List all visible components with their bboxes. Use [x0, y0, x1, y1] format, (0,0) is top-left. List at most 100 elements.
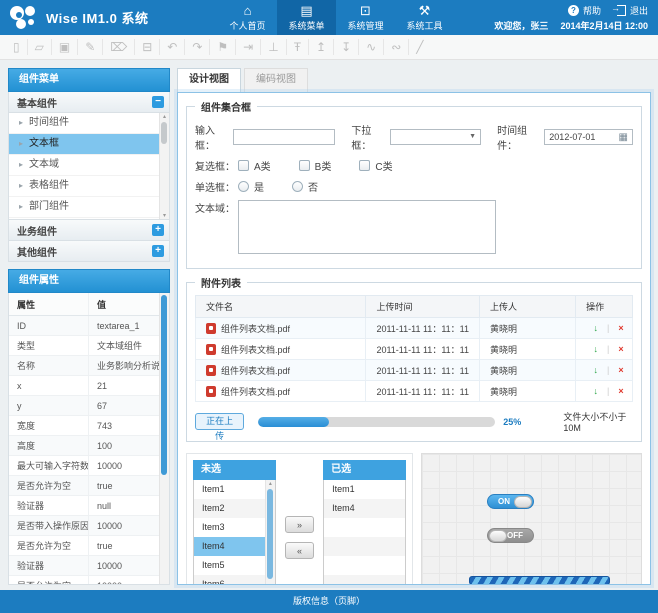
- help-button[interactable]: ? 帮助: [568, 4, 601, 17]
- property-name: x: [9, 376, 89, 396]
- view-tab[interactable]: 编码视图: [244, 68, 308, 92]
- view-tabs: 设计视图 编码视图: [177, 68, 651, 92]
- menu-item[interactable]: ▸ 部门组件: [9, 197, 160, 218]
- property-name: 高度: [9, 436, 89, 456]
- list-item[interactable]: Item6: [194, 575, 265, 585]
- attachment-time: 2011-11-11 11：11：11: [366, 381, 480, 402]
- help-icon: ?: [568, 5, 579, 16]
- move-right-button[interactable]: »: [285, 516, 314, 533]
- uploading-button[interactable]: 正在上传: [195, 413, 244, 430]
- list-item[interactable]: Item1: [324, 480, 405, 499]
- download-icon[interactable]: ↓: [594, 365, 599, 375]
- move-left-button[interactable]: «: [285, 542, 314, 559]
- main-nav: ⌂ 个人首页 ▤ 系统菜单 ⊡ 系统管理 ⚒ 系统工具: [218, 0, 454, 35]
- menu-scrollbar[interactable]: ▴ ▾: [159, 113, 169, 219]
- attachment-time: 2011-11-11 11：11：11: [366, 318, 480, 339]
- download-icon[interactable]: ↓: [594, 344, 599, 354]
- collapse-button[interactable]: −: [152, 96, 164, 108]
- text-format-icon[interactable]: Ŧ: [287, 39, 309, 55]
- list-item[interactable]: Item2: [194, 499, 265, 518]
- scrollbar-thumb[interactable]: [267, 489, 273, 579]
- list-item[interactable]: Item1: [194, 480, 265, 499]
- home-icon[interactable]: ⌂ 个人首页: [218, 0, 277, 35]
- logout-button[interactable]: → 退出: [617, 4, 648, 17]
- menu-item[interactable]: ▸ 表格组件: [9, 176, 160, 197]
- checkbox[interactable]: A类: [238, 158, 271, 173]
- logout-icon: →: [617, 5, 626, 16]
- preview-screen-icon[interactable]: ⊟: [135, 39, 160, 55]
- list-item[interactable]: Item5: [194, 556, 265, 575]
- toggle-on[interactable]: ON: [487, 494, 534, 509]
- new-file-icon[interactable]: ▯: [6, 39, 28, 55]
- property-name: 是否带入操作原因: [9, 516, 89, 536]
- scrollbar-thumb[interactable]: [161, 295, 167, 475]
- flag-icon[interactable]: ⚑: [210, 39, 236, 55]
- expand-button[interactable]: +: [152, 245, 164, 257]
- component-props-header: 组件属性: [8, 269, 170, 293]
- list-item[interactable]: Item4: [194, 537, 265, 556]
- property-name: 验证器: [9, 496, 89, 516]
- scroll-down-icon[interactable]: ▾: [160, 212, 169, 219]
- date-picker[interactable]: 2012-07-01 ▦: [544, 129, 633, 145]
- scrollbar-thumb[interactable]: [161, 122, 167, 144]
- delete-attachment-icon[interactable]: ×: [618, 323, 623, 333]
- scroll-up-icon[interactable]: ▴: [266, 480, 275, 487]
- action-divider: |: [607, 365, 609, 375]
- menu-item[interactable]: ▸ 时间组件: [9, 113, 160, 134]
- dropdown-select[interactable]: ▼: [390, 129, 481, 145]
- redo-icon[interactable]: ↷: [185, 39, 210, 55]
- toggle-off[interactable]: OFF: [487, 528, 534, 543]
- file-size-hint: 文件大小不小于10M: [563, 410, 633, 433]
- radio[interactable]: 否: [292, 179, 318, 194]
- textarea-field[interactable]: [238, 200, 496, 254]
- edit-form-icon[interactable]: ✎: [78, 39, 103, 55]
- list-item[interactable]: Item4: [324, 499, 405, 518]
- checkbox[interactable]: C类: [359, 158, 392, 173]
- help-label: 帮助: [583, 4, 601, 17]
- anchor-icon[interactable]: ⊥: [261, 39, 286, 55]
- accordion-basic-components[interactable]: 基本组件 −: [8, 92, 170, 113]
- calendar-icon: ▦: [619, 132, 628, 143]
- menu-item[interactable]: ▸ 文本框: [9, 134, 160, 155]
- download-icon[interactable]: ↓: [594, 323, 599, 333]
- source-list-scrollbar[interactable]: ▴ ▾: [265, 480, 275, 585]
- open-folder-icon[interactable]: ▱: [28, 39, 52, 55]
- toggle-knob[interactable]: [489, 530, 507, 542]
- toggle-knob[interactable]: [514, 496, 532, 508]
- nav-label: 系统菜单: [288, 19, 324, 32]
- curve-line-icon[interactable]: ∾: [384, 39, 409, 55]
- attachment-row: 组件列表文档.pdf 2011-11-11 11：11：11 黄晓明 ↓|×: [196, 318, 633, 339]
- system-admin-icon[interactable]: ⊡ 系统管理: [336, 0, 395, 35]
- delete-attachment-icon[interactable]: ×: [618, 365, 623, 375]
- props-scrollbar[interactable]: [159, 293, 169, 584]
- property-value: 10000: [89, 456, 162, 476]
- undo-icon[interactable]: ↶: [160, 39, 185, 55]
- menu-item[interactable]: ▸ 文本域: [9, 155, 160, 176]
- delete-icon[interactable]: ⌦: [103, 39, 135, 55]
- component-props: 属性 值 ID textarea_1 类型 文本域组件: [8, 293, 170, 585]
- file-download-icon[interactable]: ↧: [334, 39, 359, 55]
- checkbox[interactable]: B类: [299, 158, 332, 173]
- file-upload-icon[interactable]: ↥: [309, 39, 334, 55]
- pencil-icon[interactable]: ╱: [409, 39, 430, 55]
- wave-line-icon[interactable]: ∿: [359, 39, 384, 55]
- accordion-other-components[interactable]: 其他组件 +: [8, 241, 170, 262]
- property-value: 业务影响分析说明: [89, 356, 162, 376]
- expand-button[interactable]: +: [152, 224, 164, 236]
- delete-attachment-icon[interactable]: ×: [618, 344, 623, 354]
- text-input[interactable]: [233, 129, 335, 145]
- view-tab[interactable]: 设计视图: [177, 68, 241, 92]
- save-icon[interactable]: ▣: [52, 39, 78, 55]
- menu-item-label: 文本域: [29, 155, 59, 175]
- checkbox-group-label: 复选框：: [195, 158, 235, 173]
- indent-icon[interactable]: ⇥: [236, 39, 261, 55]
- accordion-business-components[interactable]: 业务组件 +: [8, 220, 170, 241]
- radio[interactable]: 是: [238, 179, 264, 194]
- scroll-up-icon[interactable]: ▴: [160, 113, 169, 120]
- download-icon[interactable]: ↓: [594, 386, 599, 396]
- system-menu-icon[interactable]: ▤ 系统菜单: [277, 0, 336, 35]
- delete-attachment-icon[interactable]: ×: [618, 386, 623, 396]
- list-item[interactable]: Item3: [194, 518, 265, 537]
- accordion-label: 基本组件: [17, 95, 57, 110]
- system-tools-icon[interactable]: ⚒ 系统工具: [395, 0, 454, 35]
